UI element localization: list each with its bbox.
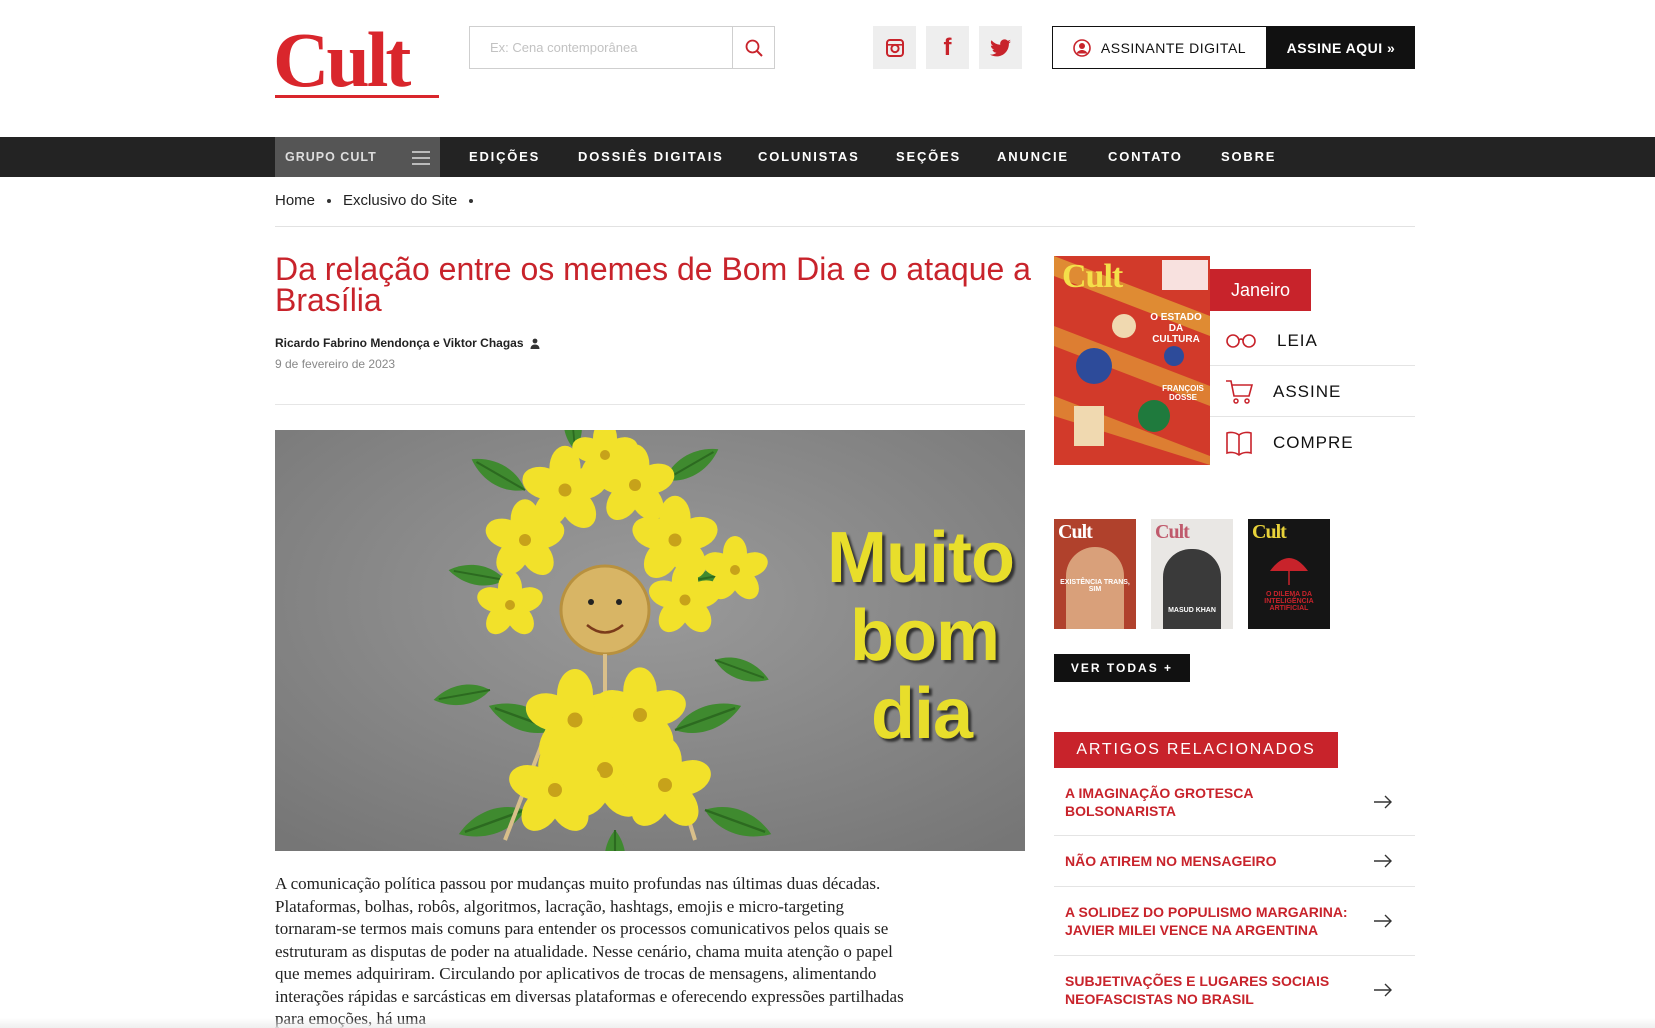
assine-link[interactable]: ASSINE — [1210, 367, 1415, 417]
twitter-icon — [989, 38, 1011, 56]
article-authors[interactable]: Ricardo Fabrino Mendonça e Viktor Chagas — [275, 336, 540, 350]
cover-logo: Cult — [1058, 521, 1093, 543]
divider — [275, 404, 1025, 405]
meme-text-dia: dia — [871, 674, 973, 754]
twitter-button[interactable] — [979, 26, 1022, 69]
author-icon — [530, 338, 539, 349]
article-body: A comunicação política passou por mudanç… — [275, 874, 904, 1028]
compre-label: COMPRE — [1273, 433, 1354, 452]
leia-link[interactable]: LEIA — [1210, 316, 1415, 366]
past-edition-cover[interactable]: Cult EXISTÊNCIA TRANS, SIM — [1054, 519, 1136, 629]
related-article-title: NÃO ATIREM NO MENSAGEIRO — [1065, 853, 1277, 869]
breadcrumb-home[interactable]: Home — [275, 192, 315, 209]
assinante-digital-button[interactable]: ASSINANTE DIGITAL — [1052, 26, 1267, 69]
assinante-digital-label: ASSINANTE DIGITAL — [1100, 39, 1247, 56]
meme-text-bom: bom — [850, 596, 1000, 676]
meme-text-muito: Muito — [827, 518, 1015, 598]
arrow-right-icon — [1374, 983, 1392, 997]
arrow-right-icon — [1374, 795, 1392, 808]
cult-logo[interactable]: Cult — [273, 16, 443, 103]
assine-label: ASSINE — [1273, 381, 1342, 401]
cover-title: MASUD KHAN — [1168, 607, 1216, 614]
arrow-right-icon — [1374, 854, 1392, 868]
cover-headline: O ESTADO DA CULTURA — [1150, 312, 1202, 345]
instagram-icon — [885, 38, 904, 57]
related-article-title: SUBJETIVAÇÕES E LUGARES SOCIAIS NEOFASCI… — [1065, 973, 1330, 1007]
cover-logo: Cult — [1155, 521, 1190, 543]
past-edition-cover[interactable]: Cult O DILEMA DA INTELIGÊNCIA ARTIFICIAL — [1248, 519, 1330, 629]
grupo-cult-menu[interactable]: GRUPO CULT — [275, 137, 440, 177]
article-title: Da relação entre os memes de Bom Dia e o… — [275, 251, 1031, 318]
nav-item-contato[interactable]: CONTATO — [1108, 137, 1183, 177]
search-box — [469, 26, 775, 69]
related-article-link[interactable]: A SOLIDEZ DO POPULISMO MARGARINA: JAVIER… — [1054, 887, 1415, 956]
cover-title: O DILEMA DA INTELIGÊNCIA ARTIFICIAL — [1264, 591, 1314, 612]
nav-item-edicoes[interactable]: EDIÇÕES — [469, 137, 540, 177]
user-icon — [1073, 38, 1091, 57]
search-icon — [745, 39, 763, 57]
breadcrumb-separator — [327, 198, 332, 203]
breadcrumb: Home Exclusivo do Site — [275, 192, 485, 209]
nav-item-dossies-digitais[interactable]: DOSSIÊS DIGITAIS — [578, 137, 724, 177]
related-article-title: A IMAGINAÇÃO GROTESCA BOLSONARISTA — [1065, 784, 1253, 819]
cover-logo: Cult — [1252, 521, 1287, 543]
related-article-title: A SOLIDEZ DO POPULISMO MARGARINA: JAVIER… — [1065, 904, 1348, 938]
related-article-link[interactable]: A IMAGINAÇÃO GROTESCA BOLSONARISTA — [1054, 768, 1415, 836]
book-icon — [1226, 431, 1252, 456]
nav-item-sobre[interactable]: SOBRE — [1221, 137, 1276, 177]
breadcrumb-exclusivo[interactable]: Exclusivo do Site — [343, 192, 457, 209]
logo-text: Cult — [273, 16, 411, 103]
instagram-button[interactable] — [873, 26, 916, 69]
related-articles-heading: ARTIGOS RELACIONADOS — [1054, 732, 1338, 768]
breadcrumb-separator — [469, 198, 474, 203]
cover-name: FRANÇOIS DOSSE — [1162, 384, 1204, 402]
edition-month-badge: Janeiro — [1210, 269, 1311, 311]
facebook-icon: f — [943, 33, 952, 61]
arrow-right-icon — [1374, 914, 1392, 928]
related-article-link[interactable]: SUBJETIVAÇÕES E LUGARES SOCIAIS NEOFASCI… — [1054, 956, 1415, 1024]
grupo-cult-label: GRUPO CULT — [285, 150, 377, 164]
leia-label: LEIA — [1277, 330, 1318, 350]
scroll-fade — [0, 1018, 1655, 1028]
ver-todas-button[interactable]: VER TODAS + — [1054, 654, 1190, 682]
authors-text: Ricardo Fabrino Mendonça e Viktor Chagas — [275, 336, 524, 350]
divider — [275, 226, 1415, 227]
cover-title: EXISTÊNCIA TRANS, SIM — [1060, 579, 1130, 593]
assine-aqui-button[interactable]: ASSINE AQUI » — [1267, 26, 1415, 69]
main-nav: GRUPO CULT EDIÇÕES DOSSIÊS DIGITAIS COLU… — [0, 137, 1655, 177]
cart-icon — [1226, 379, 1253, 404]
search-input[interactable] — [470, 27, 732, 68]
search-button[interactable] — [732, 27, 774, 68]
compre-link[interactable]: COMPRE — [1210, 418, 1415, 468]
nav-item-colunistas[interactable]: COLUNISTAS — [758, 137, 860, 177]
article-date: 9 de fevereiro de 2023 — [275, 357, 396, 371]
logo-underline — [275, 95, 439, 98]
cover-figure — [1163, 549, 1221, 629]
glasses-icon — [1226, 333, 1256, 348]
facebook-button[interactable]: f — [926, 26, 969, 69]
past-edition-cover[interactable]: Cult MASUD KHAN — [1151, 519, 1233, 629]
nav-item-anuncie[interactable]: ANUNCIE — [997, 137, 1069, 177]
current-edition-cover[interactable]: Cult O ESTADO DA CULTURA FRANÇOIS DOSSE — [1054, 256, 1210, 465]
nav-item-secoes[interactable]: SEÇÕES — [896, 137, 961, 177]
related-article-link[interactable]: NÃO ATIREM NO MENSAGEIRO — [1054, 836, 1415, 887]
article-image: Muito bom dia — [275, 430, 1025, 851]
hamburger-icon — [412, 151, 430, 169]
cover-logo: Cult — [1062, 258, 1123, 295]
